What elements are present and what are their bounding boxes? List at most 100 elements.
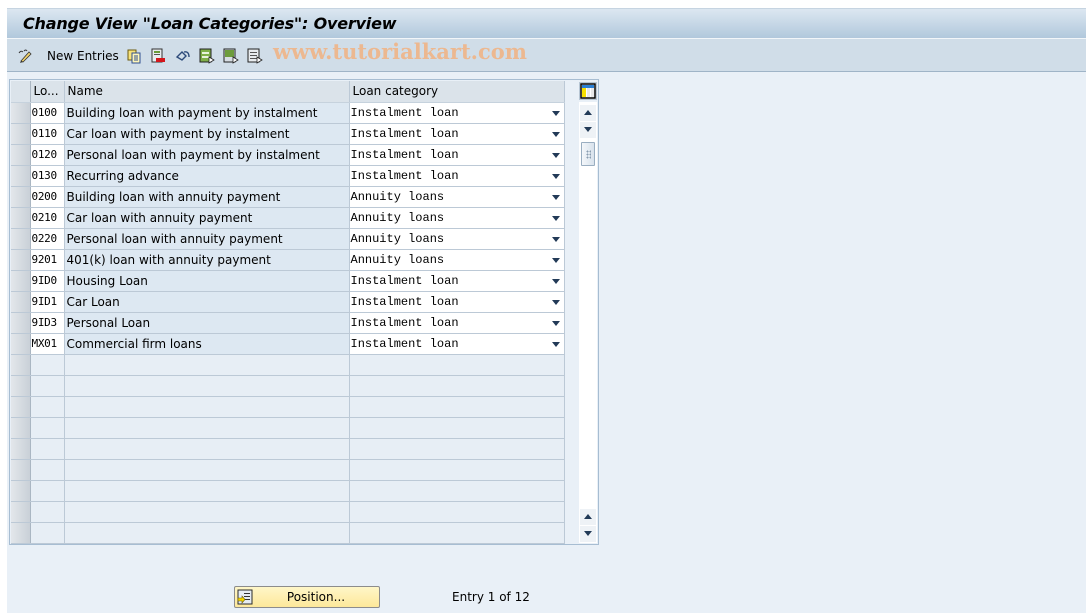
copy-as-button[interactable] xyxy=(126,47,142,64)
empty-cell xyxy=(30,354,65,376)
loan-category-dropdown[interactable]: Annuity loans xyxy=(349,249,565,271)
sap-screen: Change View "Loan Categories": Overview … xyxy=(0,0,1086,613)
select-block-button[interactable] xyxy=(223,47,239,64)
row-selector[interactable] xyxy=(11,186,31,208)
row-selector[interactable] xyxy=(11,354,31,376)
loan-category-dropdown[interactable]: Annuity loans xyxy=(349,186,565,208)
row-selector[interactable] xyxy=(11,480,31,502)
row-selector[interactable] xyxy=(11,375,31,397)
row-selector[interactable] xyxy=(11,417,31,439)
loan-category-value: Annuity loans xyxy=(350,231,445,246)
row-selector[interactable] xyxy=(11,144,31,166)
dropdown-arrow-icon[interactable] xyxy=(551,320,560,326)
table-row: 0120 Personal loan with payment by instal… xyxy=(11,144,565,166)
vertical-scrollbar[interactable] xyxy=(579,102,597,543)
scroll-page-down-button[interactable] xyxy=(580,122,596,138)
loan-category-dropdown[interactable]: Instalment loan xyxy=(349,123,565,145)
loan-code-cell: 0100 xyxy=(30,102,65,124)
loan-code-cell: 0210 xyxy=(30,207,65,229)
row-selector[interactable] xyxy=(11,270,31,292)
row-selector[interactable] xyxy=(11,207,31,229)
row-selector[interactable] xyxy=(11,459,31,481)
dropdown-arrow-icon[interactable] xyxy=(551,257,560,263)
empty-cell xyxy=(30,501,65,523)
table-settings-button[interactable] xyxy=(579,82,597,100)
new-entries-button[interactable]: New Entries xyxy=(47,47,119,64)
scroll-down-button[interactable] xyxy=(580,526,596,542)
dropdown-arrow-icon[interactable] xyxy=(551,173,560,179)
row-selector[interactable] xyxy=(11,102,31,124)
table-row: 0220 Personal loan with annuity payment An… xyxy=(11,228,565,250)
row-selector[interactable] xyxy=(11,123,31,145)
loan-name-cell: Car loan with annuity payment xyxy=(64,207,350,229)
row-selector[interactable] xyxy=(11,291,31,313)
dropdown-arrow-icon[interactable] xyxy=(551,215,560,221)
dropdown-arrow-icon[interactable] xyxy=(551,131,560,137)
column-header-name[interactable]: Name xyxy=(64,81,350,103)
loan-category-dropdown[interactable]: Instalment loan xyxy=(349,312,565,334)
dropdown-arrow-icon[interactable] xyxy=(551,236,560,242)
row-selector[interactable] xyxy=(11,396,31,418)
loan-category-dropdown[interactable]: Annuity loans xyxy=(349,228,565,250)
pencil-glasses-icon xyxy=(18,49,32,63)
row-selector[interactable] xyxy=(11,249,31,271)
main-content: Lo... Name Loan category 0100 Building lo… xyxy=(7,72,1086,613)
dropdown-arrow-icon[interactable] xyxy=(551,152,560,158)
dropdown-arrow-icon[interactable] xyxy=(551,194,560,200)
row-selector[interactable] xyxy=(11,522,31,544)
grip-icon xyxy=(586,150,591,159)
loan-name-cell: Housing Loan xyxy=(64,270,350,292)
empty-cell xyxy=(349,459,565,481)
dropdown-arrow-icon[interactable] xyxy=(551,341,560,347)
delete-row-icon xyxy=(151,48,165,62)
row-selector[interactable] xyxy=(11,333,31,355)
loan-category-dropdown[interactable]: Annuity loans xyxy=(349,207,565,229)
empty-cell xyxy=(64,396,350,418)
position-button[interactable]: Position... xyxy=(234,586,380,608)
select-all-button[interactable] xyxy=(199,47,215,64)
scroll-page-up-button[interactable] xyxy=(580,509,596,525)
empty-cell xyxy=(30,522,65,544)
loan-name-cell: Commercial firm loans xyxy=(64,333,350,355)
row-selector[interactable] xyxy=(11,438,31,460)
row-selector[interactable] xyxy=(11,228,31,250)
position-button-label: Position... xyxy=(286,590,346,604)
deselect-all-button[interactable] xyxy=(247,47,263,64)
table-grid: Lo... Name Loan category 0100 Building lo… xyxy=(11,81,565,544)
loan-code-cell: MX01 xyxy=(30,333,65,355)
delete-button[interactable] xyxy=(150,47,166,64)
loan-category-dropdown[interactable]: Instalment loan xyxy=(349,144,565,166)
empty-table-row xyxy=(11,375,565,397)
empty-cell xyxy=(64,459,350,481)
dropdown-arrow-icon[interactable] xyxy=(551,278,560,284)
loan-category-dropdown[interactable]: Instalment loan xyxy=(349,333,565,355)
loan-category-value: Instalment loan xyxy=(350,273,459,288)
loan-category-dropdown[interactable]: Instalment loan xyxy=(349,165,565,187)
undo-change-button[interactable] xyxy=(175,47,191,64)
entry-count-text: Entry 1 of 12 xyxy=(452,590,530,604)
row-selector[interactable] xyxy=(11,312,31,334)
empty-cell xyxy=(349,375,565,397)
column-header-loan-category[interactable]: Loan category xyxy=(349,81,565,103)
column-header-code[interactable]: Lo... xyxy=(30,81,65,103)
empty-cell xyxy=(64,501,350,523)
row-selector[interactable] xyxy=(11,165,31,187)
loan-category-value: Instalment loan xyxy=(350,294,459,309)
select-all-rows-button[interactable] xyxy=(11,81,31,103)
change-display-button[interactable] xyxy=(18,47,34,64)
scroll-thumb[interactable] xyxy=(581,142,595,166)
scroll-up-button[interactable] xyxy=(580,105,596,121)
loan-category-dropdown[interactable]: Instalment loan xyxy=(349,102,565,124)
empty-table-row xyxy=(11,522,565,544)
loan-name-cell: Personal loan with payment by instalment xyxy=(64,144,350,166)
loan-category-dropdown[interactable]: Instalment loan xyxy=(349,291,565,313)
loan-category-dropdown[interactable]: Instalment loan xyxy=(349,270,565,292)
dropdown-arrow-icon[interactable] xyxy=(551,299,560,305)
row-selector[interactable] xyxy=(11,501,31,523)
loan-code-cell: 9ID3 xyxy=(30,312,65,334)
empty-cell xyxy=(64,354,350,376)
arrow-up-icon xyxy=(584,514,592,519)
table-row: 9ID3 Personal Loan Instalment loan xyxy=(11,312,565,334)
loan-name-cell: Personal Loan xyxy=(64,312,350,334)
dropdown-arrow-icon[interactable] xyxy=(551,110,560,116)
